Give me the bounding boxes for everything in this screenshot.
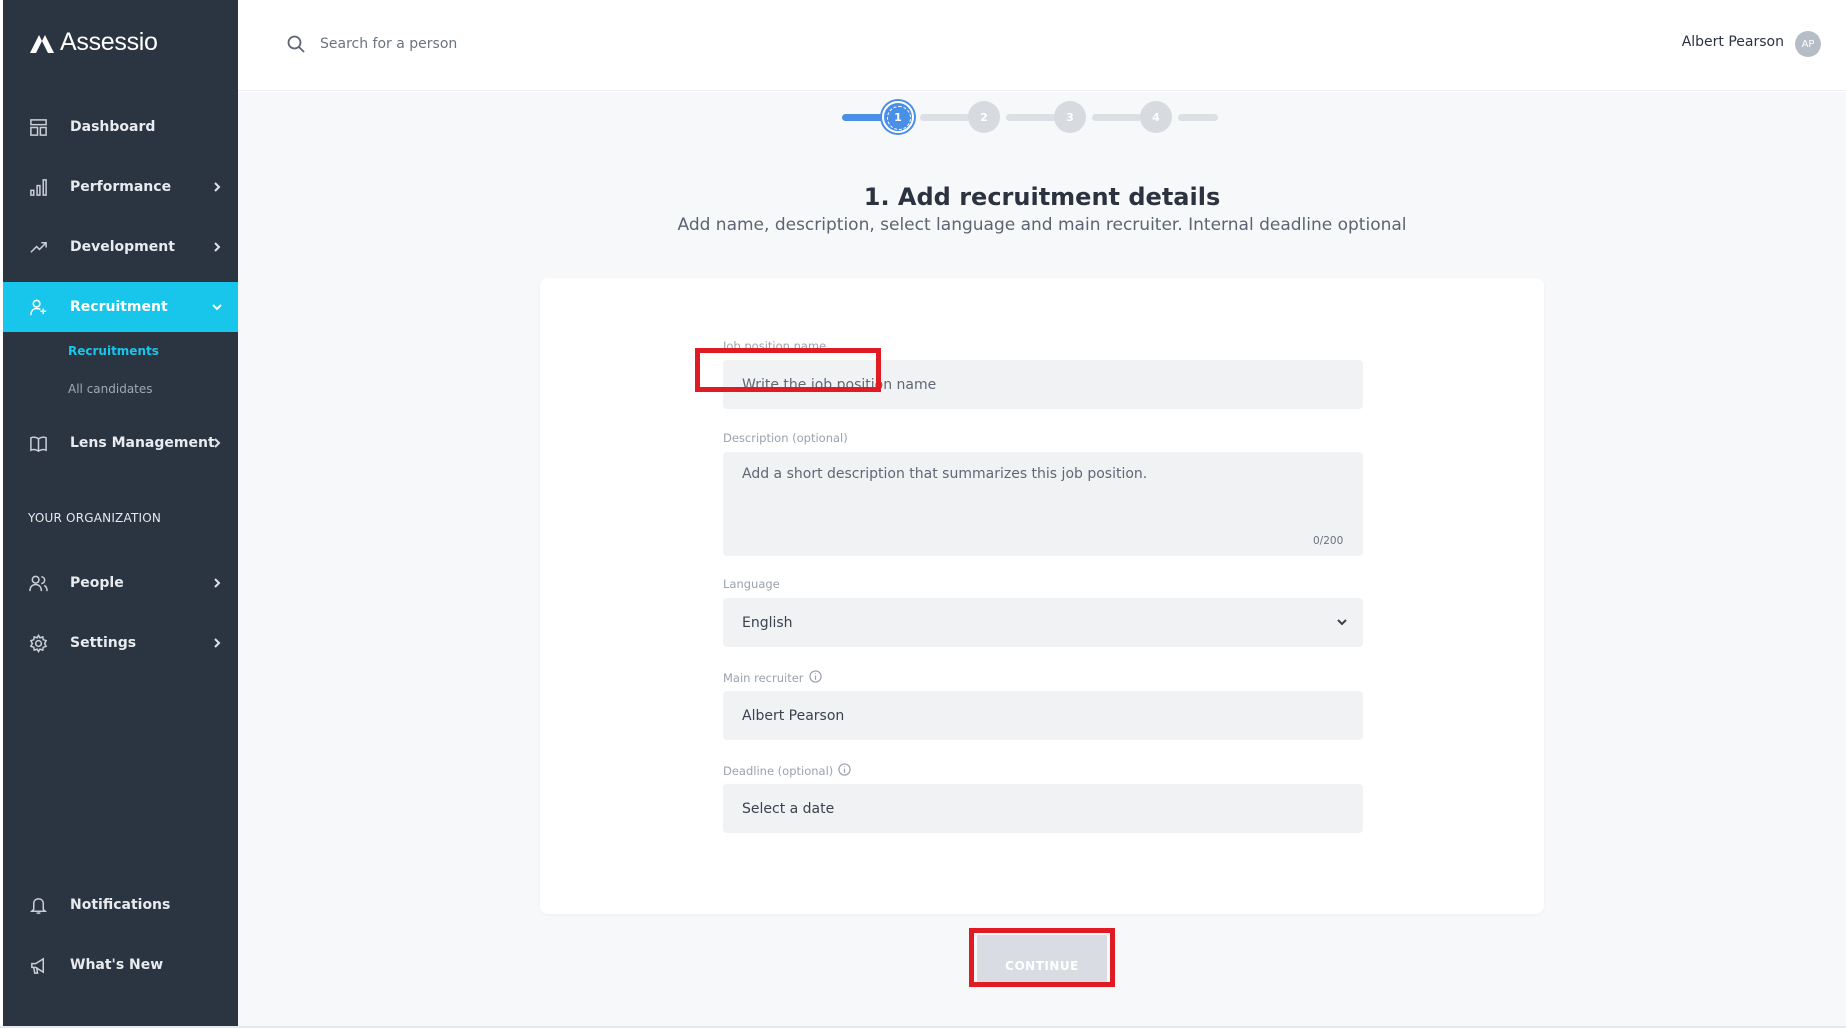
megaphone-icon [28,955,48,975]
sidebar-item-label: What's New [70,957,164,973]
language-select[interactable]: English [723,598,1363,647]
gear-icon [28,633,48,653]
step-line [1006,114,1056,121]
main-recruiter-label: Main recruiter [723,670,822,686]
sidebar-item-label: People [70,575,124,591]
sidebar-item-people[interactable]: People [3,558,238,608]
step-line [1178,114,1218,121]
page-subtitle: Add name, description, select language a… [677,215,1407,235]
sidebar-item-label: Development [70,239,175,255]
sidebar-item-label: Recruitment [70,299,168,315]
deadline-placeholder: Select a date [742,800,835,817]
language-selected-value: English [742,614,793,631]
info-icon[interactable] [808,670,822,686]
chevron-down-icon [210,300,224,314]
step-line [1092,114,1142,121]
sidebar-subitem-recruitments[interactable]: Recruitments [68,344,159,358]
main-recruiter-label-text: Main recruiter [723,671,804,685]
sidebar-item-label: Settings [70,635,137,651]
search-icon[interactable] [286,34,306,54]
add-user-icon [28,297,48,317]
deadline-label: Deadline (optional) [723,763,851,779]
language-label-text: Language [723,577,780,591]
continue-button[interactable]: CONTINUE [977,935,1107,987]
topbar: Albert Pearson AP [238,0,1846,91]
info-icon[interactable] [838,763,851,779]
page-title: 1. Add recruitment details [863,183,1221,211]
main-content: 1 2 3 4 1. Add recruitment details Add n… [238,92,1846,1026]
language-label: Language [723,577,780,591]
chevron-right-icon [210,636,224,650]
people-icon [28,573,48,593]
sidebar-item-development[interactable]: Development [3,222,238,272]
sidebar-item-label: Dashboard [70,119,156,135]
description-label: Description (optional) [723,431,848,445]
sidebar-item-dashboard[interactable]: Dashboard [3,102,238,152]
search-input[interactable] [320,30,620,58]
description-char-counter: 0/200 [1313,535,1344,547]
main-recruiter-value: Albert Pearson [742,707,845,724]
trend-up-icon [28,237,48,257]
description-textarea[interactable] [723,452,1363,556]
sidebar-item-performance[interactable]: Performance [3,162,238,212]
step-3: 3 [1054,101,1086,133]
sidebar-item-label: Performance [70,179,172,195]
sidebar-item-label: Notifications [70,897,171,913]
chevron-right-icon [210,180,224,194]
step-4: 4 [1140,101,1172,133]
dashboard-icon [28,117,48,137]
sidebar-item-label: Lens Management [70,435,215,451]
bar-chart-icon [28,177,48,197]
sidebar: Assessio Dashboard Performance Developme… [3,0,238,1026]
assessio-logo-icon [30,34,54,53]
step-line [920,114,970,121]
step-1[interactable]: 1 [882,101,914,133]
deadline-label-text: Deadline (optional) [723,764,834,778]
sidebar-item-whats-new[interactable]: What's New [3,940,238,990]
chevron-right-icon [210,436,224,450]
job-position-label: Job position name [723,339,826,353]
brand-name: Assessio [60,28,158,56]
recruitment-form-card: Job position name Description (optional)… [540,278,1544,914]
user-name[interactable]: Albert Pearson [1682,34,1784,50]
step-2: 2 [968,101,1000,133]
sidebar-item-lens-management[interactable]: Lens Management [3,418,238,468]
chevron-right-icon [210,240,224,254]
section-label-organization: YOUR ORGANIZATION [28,511,162,525]
chevron-down-icon [1335,615,1349,629]
job-position-input[interactable] [723,360,1363,409]
brand-logo[interactable]: Assessio [28,28,158,57]
step-line-active [842,114,884,121]
avatar[interactable]: AP [1795,31,1821,57]
chevron-right-icon [210,576,224,590]
main-recruiter-field[interactable]: Albert Pearson [723,691,1363,740]
bell-icon [28,895,48,915]
job-position-label-text: Job position name [723,339,827,353]
deadline-date-picker[interactable]: Select a date [723,784,1363,833]
sidebar-item-settings[interactable]: Settings [3,618,238,668]
sidebar-item-recruitment[interactable]: Recruitment [3,282,238,332]
sidebar-item-notifications[interactable]: Notifications [3,880,238,930]
sidebar-subitem-all-candidates[interactable]: All candidates [68,382,153,396]
stepper: 1 2 3 4 [842,100,1242,134]
description-label-text: Description (optional) [723,431,848,445]
book-icon [28,433,48,453]
